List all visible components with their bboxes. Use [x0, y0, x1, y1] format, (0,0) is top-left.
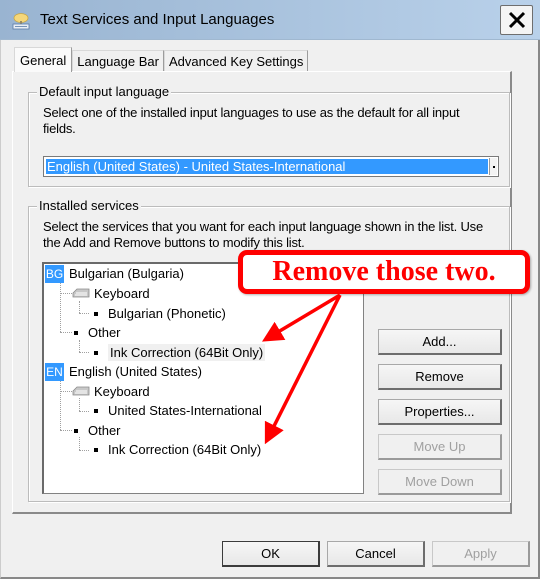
text-services-app-icon: [12, 13, 30, 30]
installed-services-description-line1: Select the services that you want for ea…: [43, 219, 483, 234]
bullet-icon: [94, 350, 98, 355]
ok-button[interactable]: OK: [222, 541, 320, 567]
remove-button[interactable]: Remove: [378, 364, 502, 390]
tree-item-keyboard[interactable]: Keyboard: [71, 382, 150, 401]
installed-services-description-line2: the Add and Remove buttons to modify thi…: [43, 235, 305, 250]
close-icon: [508, 11, 525, 29]
cancel-button[interactable]: Cancel: [327, 541, 425, 567]
move-up-button[interactable]: Move Up: [378, 434, 502, 460]
annotation-callout: Remove those two.: [238, 250, 530, 294]
service-name: Bulgarian (Phonetic): [108, 306, 226, 321]
default-input-description-line1: Select one of the installed input langua…: [43, 105, 460, 120]
language-name: English (United States): [69, 364, 202, 379]
language-badge-en: EN: [45, 362, 64, 381]
installed-services-legend: Installed services: [37, 198, 141, 213]
properties-button[interactable]: Properties...: [378, 399, 502, 425]
default-input-description-line2: fields.: [43, 121, 76, 136]
keyboard-icon: [72, 386, 90, 395]
default-input-language-group: Default input language Select one of the…: [28, 84, 510, 187]
window-title: Text Services and Input Languages: [40, 11, 275, 28]
other-label: Other: [88, 325, 121, 340]
default-input-language-select[interactable]: English (United States) - United States-…: [43, 156, 499, 177]
tree-item-service[interactable]: Bulgarian (Phonetic): [94, 304, 226, 323]
bullet-icon: [94, 311, 98, 316]
tree-item-service-ink-correction-bg[interactable]: Ink Correction (64Bit Only): [94, 343, 266, 362]
default-input-language-selected-value: English (United States) - United States-…: [46, 159, 488, 174]
service-name: Ink Correction (64Bit Only): [108, 344, 266, 361]
dropdown-arrow-icon[interactable]: [489, 158, 497, 175]
language-name: Bulgarian (Bulgaria): [69, 266, 184, 281]
bullet-icon: [94, 447, 98, 452]
default-input-language-legend: Default input language: [37, 84, 172, 99]
other-label: Other: [88, 423, 121, 438]
keyboard-icon: [72, 288, 90, 297]
bullet-icon: [74, 428, 78, 433]
default-input-description: Select one of the installed input langua…: [43, 105, 460, 137]
bullet-icon: [74, 330, 78, 335]
apply-button[interactable]: Apply: [432, 541, 530, 567]
tree-item-other[interactable]: Other: [74, 421, 121, 440]
add-button[interactable]: Add...: [378, 329, 502, 355]
keyboard-label: Keyboard: [94, 384, 150, 399]
tree-item-keyboard[interactable]: Keyboard: [71, 284, 150, 303]
installed-services-tree[interactable]: BG Bulgarian (Bulgaria) Keyboard Bulgari…: [42, 262, 364, 494]
language-badge-bg: BG: [45, 264, 64, 283]
tab-language-bar[interactable]: Language Bar: [72, 50, 164, 72]
tab-strip: General Language Bar Advanced Key Settin…: [14, 47, 309, 72]
tree-item-other[interactable]: Other: [74, 323, 121, 342]
move-down-button[interactable]: Move Down: [378, 469, 502, 495]
tree-item-service-ink-correction-en[interactable]: Ink Correction (64Bit Only): [94, 440, 261, 459]
title-bar: Text Services and Input Languages: [0, 0, 540, 40]
installed-services-description: Select the services that you want for ea…: [43, 219, 483, 251]
service-name: Ink Correction (64Bit Only): [108, 442, 262, 457]
tab-advanced-key-settings[interactable]: Advanced Key Settings: [163, 50, 309, 72]
tree-item-language-bulgarian[interactable]: BG Bulgarian (Bulgaria): [45, 264, 184, 283]
keyboard-label: Keyboard: [94, 286, 150, 301]
service-name: United States-International: [108, 403, 262, 418]
tab-general[interactable]: General: [14, 47, 73, 72]
tree-item-service[interactable]: United States-International: [94, 401, 262, 420]
close-button[interactable]: [500, 5, 533, 35]
tree-item-language-english[interactable]: EN English (United States): [45, 362, 202, 381]
bullet-icon: [94, 408, 98, 413]
